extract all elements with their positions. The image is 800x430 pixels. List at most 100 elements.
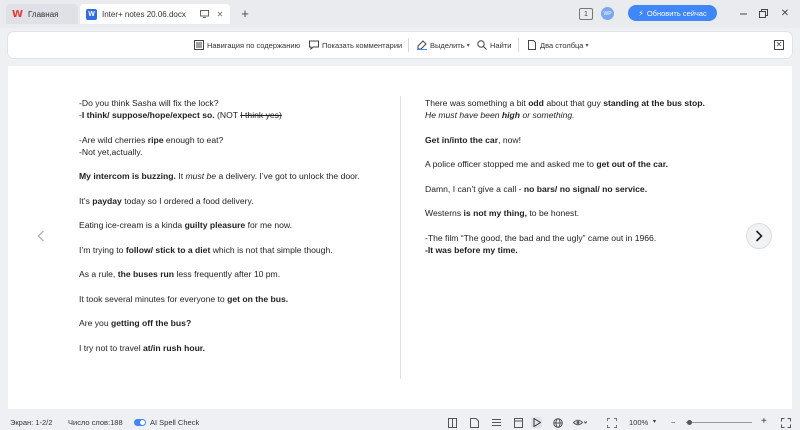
left-column: -Do you think Sasha will fix the lock? -I…	[79, 97, 374, 354]
minimize-icon[interactable]	[736, 6, 750, 20]
paragraph: My intercom is buzzing. It must be a del…	[79, 170, 374, 182]
paragraph: -I think/ suppose/hope/expect so. (NOT I…	[79, 109, 374, 121]
eye-protection-icon[interactable]	[572, 417, 588, 428]
text-run: Eating ice-cream is a kinda	[79, 220, 185, 231]
word-doc-icon: W	[86, 8, 97, 20]
text-run: Are you	[79, 318, 112, 329]
paragraph: As a rule, the buses run less frequently…	[79, 268, 374, 280]
show-comments-button[interactable]: Показать комментарии	[309, 39, 402, 51]
screen-icon[interactable]	[198, 8, 210, 20]
text-run: to be honest.	[527, 208, 580, 219]
text-run: odd	[528, 98, 544, 108]
text-run: about that guy	[543, 98, 604, 108]
text-run: -Not yet,actually.	[79, 146, 143, 157]
status-bar: Экран: 1-2/2 Число слов:188 AI Spell Che…	[0, 415, 800, 430]
word-count[interactable]: Число слов:188	[68, 418, 123, 427]
page-number-icon[interactable]: 1	[579, 8, 593, 20]
select-dropdown[interactable]: Выделить ▾	[417, 39, 470, 51]
text-run: a delivery. I’ve got to unlock the door.	[216, 171, 360, 182]
chevron-down-icon: ▾	[653, 419, 657, 425]
text-run: today so I ordered a food delivery.	[121, 195, 254, 206]
zoom-level-dropdown[interactable]: ▾	[653, 418, 656, 425]
paragraph: There was something a bit odd about that…	[425, 97, 735, 109]
text-run: standing at the bus stop.	[603, 98, 705, 108]
read-mode-icon[interactable]	[447, 417, 458, 428]
previous-page-button[interactable]	[28, 223, 54, 249]
text-run: high	[501, 110, 521, 121]
text-run: getting off the bus?	[111, 318, 192, 329]
paragraph: I try not to travel at/in rush hour.	[79, 342, 374, 354]
paragraph: He must have been high or something.	[425, 109, 735, 121]
zoom-in-button[interactable]: +	[761, 416, 767, 427]
two-columns-label: Два столбца	[540, 40, 584, 50]
paragraph: Eating ice-cream is a kinda guilty pleas…	[79, 219, 374, 231]
two-columns-dropdown[interactable]: Два столбца ▾	[527, 39, 589, 51]
paragraph: Get in/into the car, now!	[425, 134, 735, 146]
search-icon	[477, 40, 487, 50]
toolbar-divider	[408, 38, 409, 52]
text-run: less frequently after 10 pm.	[174, 269, 281, 280]
toolbar-divider	[518, 38, 519, 52]
text-run: Damn, I can’t give a call -	[425, 183, 524, 194]
navigation-button[interactable]: Навигация по содержанию	[194, 39, 300, 51]
text-run: is not my thing,	[463, 208, 528, 219]
fit-page-icon[interactable]	[606, 417, 617, 428]
text-run: -Are wild cherries	[79, 134, 148, 145]
restore-icon[interactable]	[756, 6, 770, 20]
text-run: A police officer stopped me and asked me…	[425, 159, 597, 170]
close-tab-icon[interactable]: ✕	[214, 8, 226, 20]
paragraph: It’s payday today so I ordered a food de…	[79, 195, 374, 207]
tab-document[interactable]: W Inter+ notes 20.06.docx ✕	[80, 4, 230, 24]
zoom-slider[interactable]	[686, 422, 752, 423]
find-button[interactable]: Найти	[477, 39, 511, 51]
outline-icon[interactable]	[491, 417, 502, 428]
play-icon[interactable]	[531, 417, 542, 428]
text-run: My intercom is buzzing.	[79, 171, 176, 182]
document-page: -Do you think Sasha will fix the lock? -I…	[8, 66, 792, 409]
fullscreen-icon[interactable]	[780, 417, 791, 428]
text-run: enough to eat?	[163, 134, 224, 145]
ai-spell-check-label: AI Spell Check	[150, 418, 200, 427]
text-run: -The film “The good, the bad and the ugl…	[425, 232, 657, 243]
text-run: payday	[92, 195, 122, 206]
zoom-out-button[interactable]: −	[671, 418, 675, 427]
zoom-slider-thumb[interactable]	[686, 420, 692, 425]
text-run: I’m trying to	[79, 244, 126, 255]
text-run: follow/ stick to a diet	[125, 244, 211, 255]
web-layout-icon[interactable]	[513, 417, 524, 428]
zoom-level[interactable]: 100%	[629, 418, 648, 427]
text-run: I think/ suppose/hope/expect so.	[81, 110, 215, 121]
toggle-switch-icon	[134, 419, 146, 426]
text-run: -It was before my time.	[425, 244, 518, 255]
globe-icon[interactable]	[552, 417, 563, 428]
page-layout-icon[interactable]	[469, 417, 480, 428]
ai-spell-check-toggle[interactable]: AI Spell Check	[134, 418, 199, 427]
update-now-button[interactable]: ⚡ Обновить сейчас	[628, 5, 717, 21]
new-tab-button[interactable]: +	[238, 6, 252, 21]
text-run: ripe	[147, 134, 164, 145]
tab-home[interactable]: W Главная	[6, 4, 78, 24]
paragraph: -The film “The good, the bad and the ugl…	[425, 232, 735, 244]
comment-icon	[309, 40, 319, 50]
avatar[interactable]: WP	[601, 7, 614, 20]
exit-reading-mode-icon[interactable]: ✕	[774, 40, 784, 50]
text-run: no bars/ no signal/ no service.	[523, 183, 648, 194]
text-run: Westerns	[425, 208, 464, 219]
text-run: for me now.	[245, 220, 293, 231]
text-run: It took several minutes for everyone to	[79, 293, 228, 304]
text-run: It’s	[79, 195, 93, 206]
text-run: There was something a bit	[425, 98, 529, 108]
select-label: Выделить	[430, 40, 465, 50]
navigation-icon	[194, 40, 204, 50]
close-window-icon[interactable]: ✕	[778, 6, 792, 20]
text-run: get on the bus.	[227, 293, 289, 304]
chevron-down-icon: ▾	[585, 42, 589, 49]
next-page-button[interactable]	[746, 223, 772, 249]
text-run: He must have been	[425, 110, 502, 121]
